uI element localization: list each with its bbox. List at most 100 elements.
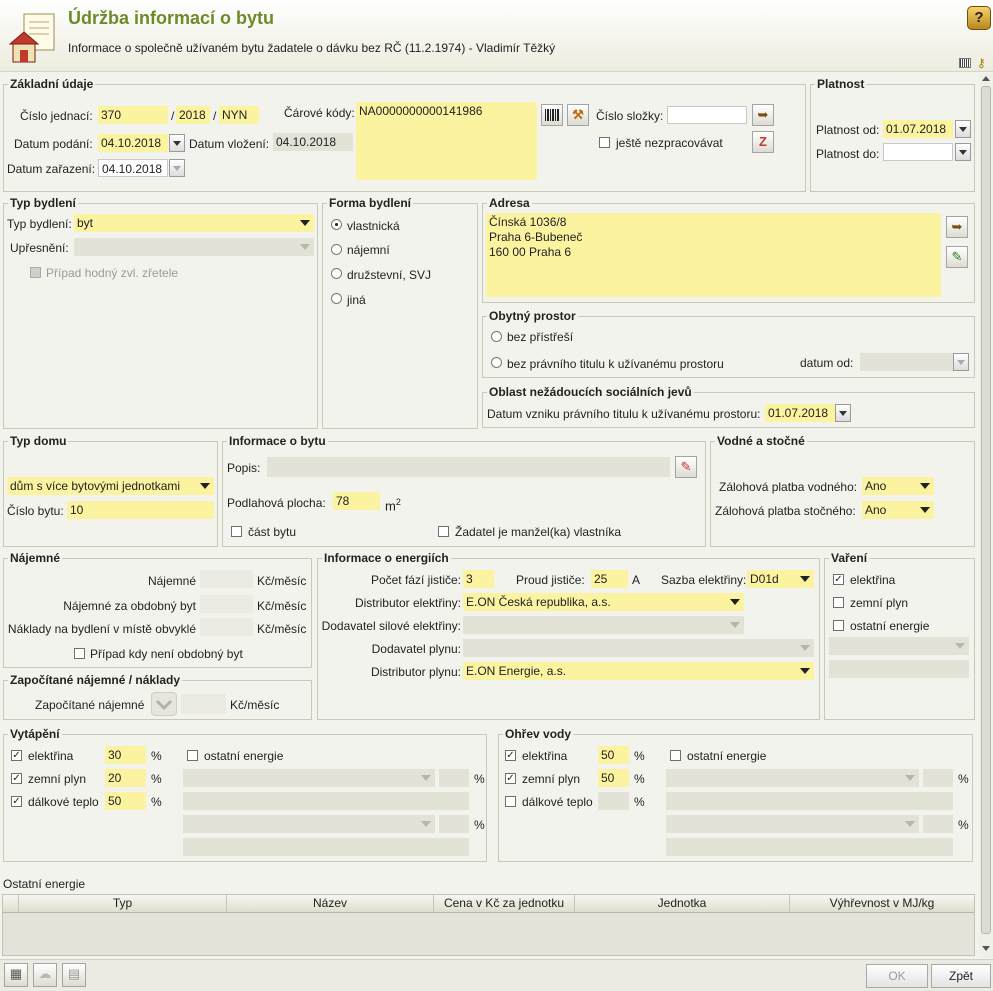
carove-kody-textarea[interactable]: NA0000000000141986 (356, 102, 537, 180)
obytny-prostor-legend: Obytný prostor (487, 309, 578, 323)
adresa-textarea[interactable]: Čínská 1036/8 Praha 6-Bubeneč 160 00 Pra… (486, 213, 941, 297)
ohrev-dalkove-checkbox[interactable] (505, 796, 516, 807)
zadatel-manzel-checkbox[interactable] (438, 526, 449, 537)
page-subtitle: Informace o společně užívaném bytu žadat… (68, 41, 556, 55)
scroll-down-arrow[interactable] (982, 946, 990, 951)
ohrev-ostatni-checkbox[interactable] (670, 750, 681, 761)
vytapeni-elektrina-input[interactable]: 30 (105, 746, 146, 764)
cislo-slozky-input[interactable] (667, 106, 747, 124)
datum-vlozeni-input: 04.10.2018 (273, 133, 353, 151)
platnost-od-dropdown[interactable] (955, 120, 971, 138)
zapocitane-input[interactable] (181, 694, 226, 714)
datum-podani-dropdown[interactable] (169, 134, 185, 152)
datum-vzniku-input[interactable]: 01.07.2018 (765, 404, 835, 422)
platnost-od-input[interactable]: 01.07.2018 (883, 120, 953, 138)
datum-vzniku-dropdown[interactable] (835, 404, 851, 422)
vytapeni-dalkove-checkbox[interactable]: ✓ (11, 796, 22, 807)
platnost-section: Platnost (810, 77, 975, 192)
bez-pristresi-radio[interactable] (491, 331, 502, 342)
ok-button[interactable]: OK (866, 964, 928, 988)
sort-button[interactable]: Z (752, 131, 774, 153)
zalohova-vodne-select[interactable]: Ano (862, 477, 934, 495)
podlahova-plocha-input[interactable]: 78 (333, 492, 380, 510)
ohrev-elektrina-checkbox[interactable]: ✓ (505, 750, 516, 761)
datum-vlozeni-label: Datum vložení: (189, 137, 270, 151)
typ-bydleni-select[interactable]: byt (74, 214, 314, 232)
col-nazev[interactable]: Název (227, 895, 434, 912)
barcode-small-icon[interactable] (959, 58, 971, 68)
scroll-up-arrow[interactable] (982, 76, 990, 81)
forma-jina-label: jiná (347, 293, 366, 307)
vareni-ostatni-checkbox[interactable] (833, 620, 844, 631)
pocet-fazi-input[interactable]: 3 (463, 570, 494, 588)
forma-bydleni-legend: Forma bydlení (327, 196, 414, 210)
ohrev-zemni-plyn-checkbox[interactable]: ✓ (505, 773, 516, 784)
cislo-jednaci-1-input[interactable]: 370 (98, 106, 168, 124)
najemne-legend: Nájemné (8, 551, 63, 565)
ohrev-zemni-plyn-pct: % (634, 772, 645, 786)
popis-edit-button[interactable]: ✎ (675, 456, 697, 478)
datum-od-input (860, 353, 953, 371)
forma-jina-radio[interactable] (331, 293, 342, 304)
help-button[interactable]: ? (967, 6, 991, 30)
informace-o-bytu-legend: Informace o bytu (227, 434, 328, 448)
distributor-elektriny-select[interactable]: E.ON Česká republika, a.s. (463, 593, 744, 611)
zakladni-udaje-legend: Základní údaje (8, 77, 96, 91)
zalohova-stocne-select[interactable]: Ano (862, 501, 934, 519)
najemne-input[interactable] (200, 570, 253, 588)
forma-druzstevni-radio[interactable] (331, 268, 342, 279)
ohrev-zemni-plyn-input[interactable]: 50 (598, 769, 629, 787)
calculator-button[interactable]: ▦ (4, 963, 28, 987)
scroll-thumb[interactable] (981, 86, 991, 934)
vareni-zemni-plyn-checkbox[interactable] (833, 597, 844, 608)
naklady-input[interactable] (200, 618, 253, 636)
zpet-button[interactable]: Zpět (931, 964, 991, 988)
datum-zarazeni-dropdown[interactable] (169, 159, 185, 177)
jeste-nezpracovavat-checkbox[interactable] (599, 137, 610, 148)
vareni-elektrina-checkbox[interactable]: ✓ (833, 574, 844, 585)
platnost-legend: Platnost (815, 77, 867, 91)
platnost-do-dropdown[interactable] (955, 143, 971, 161)
col-vyhrevnost[interactable]: Výhřevnost v MJ/kg (790, 895, 974, 912)
adresa-tools-button[interactable]: ✎ (946, 246, 968, 268)
col-jednotka[interactable]: Jednotka (575, 895, 790, 912)
ohrev-elektrina-input[interactable]: 50 (598, 746, 629, 764)
cislo-jednaci-2-input[interactable]: 2018 (176, 106, 210, 124)
calculator-icon: ▦ (9, 966, 23, 981)
sazba-select[interactable]: D01d (747, 570, 814, 588)
typ-domu-select[interactable]: dům s více bytovými jednotkami (7, 477, 214, 495)
barcode-scan-button[interactable] (541, 104, 563, 126)
bez-titulu-radio[interactable] (491, 357, 502, 368)
pripad-neni-checkbox[interactable] (74, 648, 85, 659)
forma-najemni-radio[interactable] (331, 244, 342, 255)
vytapeni-zemni-plyn-input[interactable]: 20 (105, 769, 146, 787)
datum-podani-input[interactable]: 04.10.2018 (98, 134, 168, 152)
zapocitane-chevron-button[interactable] (151, 692, 177, 716)
cislo-jednaci-3-input[interactable]: NYN (219, 106, 259, 124)
cast-bytu-checkbox[interactable] (231, 526, 242, 537)
vytapeni-ostatni-checkbox[interactable] (187, 750, 198, 761)
col-typ[interactable]: Typ (19, 895, 227, 912)
pocet-fazi-label: Počet fází jističe: (370, 573, 461, 587)
platnost-do-input[interactable] (883, 143, 953, 161)
forma-vlastnicka-radio[interactable] (331, 219, 342, 230)
najemne-unit: Kč/měsíc (257, 574, 307, 588)
najemne-obdobny-input[interactable] (200, 595, 253, 613)
naklady-label: Náklady na bydlení v místě obvyklé (7, 622, 196, 636)
sazba-label: Sazba elektřiny: (661, 573, 747, 587)
scrollbar[interactable] (979, 74, 993, 958)
proud-unit: A (632, 573, 641, 587)
vytapeni-elektrina-checkbox[interactable]: ✓ (11, 750, 22, 761)
adresa-edit-button[interactable]: ➥ (946, 216, 968, 238)
edit-slozka-button[interactable]: ➥ (752, 104, 774, 126)
ostatni-energie-title: Ostatní energie (3, 877, 86, 891)
key-icon[interactable]: ⚷ (977, 56, 991, 70)
cislo-bytu-input[interactable]: 10 (67, 501, 214, 519)
vytapeni-dalkove-input[interactable]: 50 (105, 792, 146, 810)
proud-jistice-input[interactable]: 25 (591, 570, 628, 588)
distributor-plynu-select[interactable]: E.ON Energie, a.s. (463, 662, 814, 680)
tools-button[interactable]: ⚒ (567, 104, 589, 126)
col-cena[interactable]: Cena v Kč za jednotku (434, 895, 575, 912)
vytapeni-zemni-plyn-checkbox[interactable]: ✓ (11, 773, 22, 784)
datum-zarazeni-input[interactable]: 04.10.2018 (98, 159, 168, 177)
